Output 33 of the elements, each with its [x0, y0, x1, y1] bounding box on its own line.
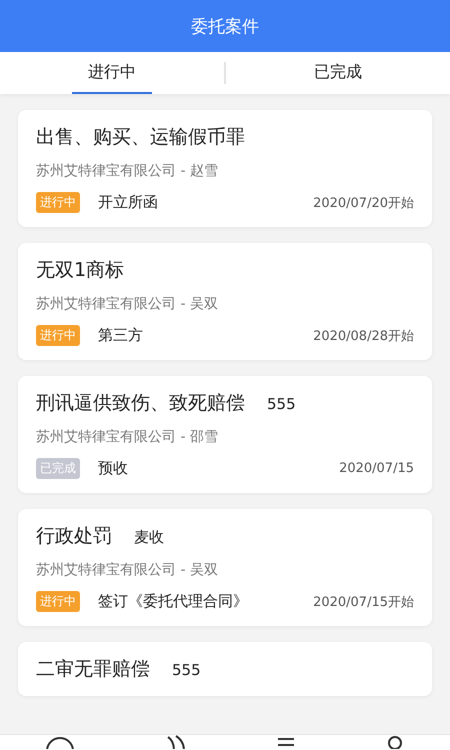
- case-note: 555: [267, 395, 296, 413]
- status-badge: 已完成: [36, 458, 80, 479]
- company-text: 苏州艾特律宝有限公司 - 吴双: [36, 561, 219, 579]
- date-text: 2020/07/20开始: [313, 194, 414, 212]
- case-title: 出售、购买、运输假币罪: [36, 125, 245, 150]
- tab[interactable]: 已完成: [298, 52, 378, 94]
- status-badge: 进行中: [36, 192, 80, 213]
- case-card[interactable]: 二审无罪赔偿 555: [18, 642, 432, 696]
- company-text: 苏州艾特律宝有限公司 - 赵雪: [36, 162, 219, 180]
- case-title: 二审无罪赔偿: [36, 657, 150, 682]
- case-title: 刑讯逼供致伤、致死赔偿: [36, 391, 245, 416]
- case-card[interactable]: 出售、购买、运输假币罪 苏州艾特律宝有限公司 - 赵雪 进行中 开立所函 2020/07/20开始: [18, 110, 432, 227]
- tab[interactable]: 进行中: [72, 52, 152, 94]
- menu-icon[interactable]: [276, 735, 296, 749]
- stage-text: 预收: [98, 459, 128, 478]
- stage-text: 开立所函: [98, 193, 158, 212]
- header-title: 委托案件: [191, 16, 259, 38]
- case-card[interactable]: 刑讯逼供致伤、致死赔偿 555 苏州艾特律宝有限公司 - 邵雪 已完成 预收 2020/07/15: [18, 376, 432, 493]
- case-note: 555: [172, 661, 201, 679]
- case-title: 行政处罚: [36, 524, 112, 549]
- stage-text: 第三方: [98, 326, 143, 345]
- case-card[interactable]: 行政处罚 麦收 苏州艾特律宝有限公司 - 吴双 进行中 签订《委托代理合同》 2020/07/15开始: [18, 509, 432, 626]
- company-text: 苏州艾特律宝有限公司 - 邵雪: [36, 428, 219, 446]
- case-title: 无双1商标: [36, 258, 124, 283]
- date-text: 2020/07/15: [339, 461, 414, 476]
- case-card[interactable]: 无双1商标 苏州艾特律宝有限公司 - 吴双 进行中 第三方 2020/08/28开始: [18, 243, 432, 360]
- date-text: 2020/08/28开始: [313, 328, 414, 344]
- date-text: 2020/07/15开始: [313, 594, 414, 610]
- status-badge: 进行中: [36, 591, 80, 612]
- status-badge: 进行中: [36, 325, 80, 346]
- stage-text: 签订《委托代理合同》: [98, 592, 248, 611]
- case-note: 麦收: [134, 528, 164, 547]
- company-text: 苏州艾特律宝有限公司 - 吴双: [36, 295, 219, 313]
